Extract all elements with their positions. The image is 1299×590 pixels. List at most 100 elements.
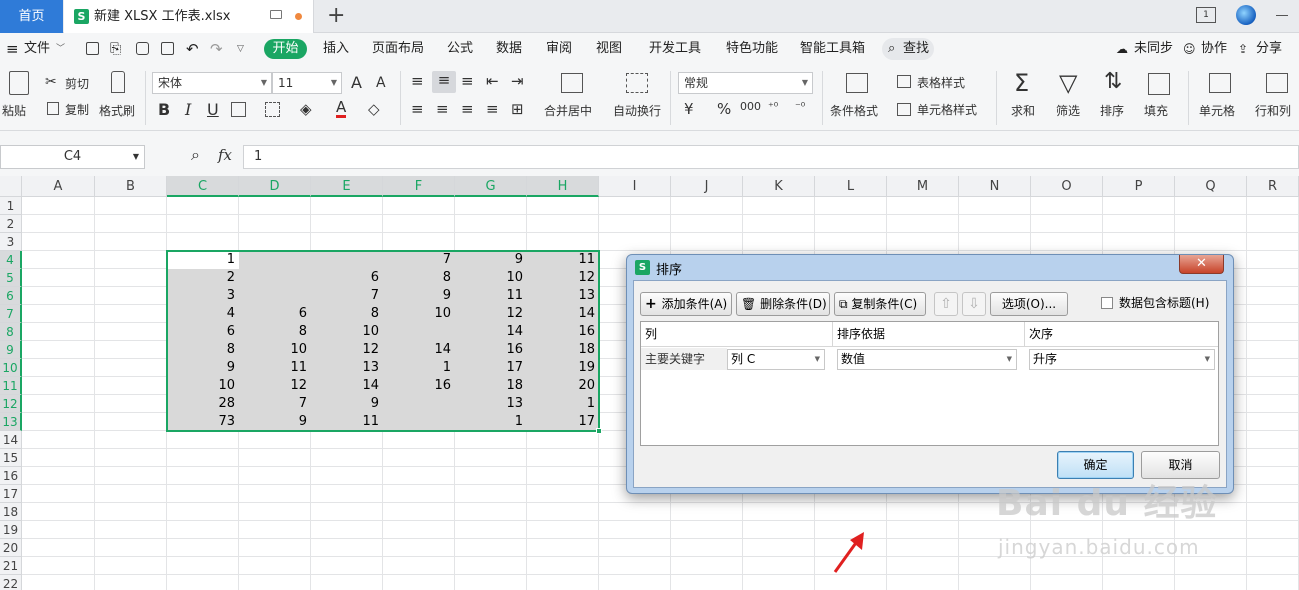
sort-column-select[interactable]: 列 C ▼ xyxy=(727,349,825,370)
column-header-p[interactable]: P xyxy=(1103,176,1175,197)
user-avatar[interactable] xyxy=(1236,5,1256,25)
row-header-19[interactable]: 19 xyxy=(0,521,22,539)
font-name-select[interactable]: 宋体 ▼ xyxy=(152,72,272,94)
paste-icon[interactable] xyxy=(9,71,29,95)
menu-file[interactable]: 文件 xyxy=(24,33,50,65)
bold-button[interactable]: B xyxy=(158,100,170,119)
align-right-icon[interactable]: ≡ xyxy=(461,100,474,118)
row-header-13[interactable]: 13 xyxy=(0,413,22,431)
column-header-q[interactable]: Q xyxy=(1175,176,1247,197)
column-header-r[interactable]: R xyxy=(1247,176,1299,197)
menu-page-layout[interactable]: 页面布局 xyxy=(372,33,424,65)
menu-view[interactable]: 视图 xyxy=(596,33,622,65)
move-down-button[interactable]: ⇩ xyxy=(962,292,986,316)
copy-button[interactable]: 复制 xyxy=(65,101,89,118)
decrease-indent-icon[interactable]: ⇤ xyxy=(486,72,499,90)
cell-style-button[interactable]: 单元格样式 xyxy=(917,101,977,118)
dialog-close-button[interactable]: ✕ xyxy=(1179,255,1224,274)
collaborate-button[interactable]: 协作 xyxy=(1201,33,1227,65)
tab-home[interactable]: 首页 xyxy=(0,0,63,33)
row-header-3[interactable]: 3 xyxy=(0,233,22,251)
paste-button[interactable]: 粘贴 xyxy=(2,102,26,119)
font-color-button[interactable]: A xyxy=(336,99,347,118)
has-header-checkbox[interactable] xyxy=(1101,297,1113,309)
align-middle-icon[interactable]: ≡ xyxy=(432,71,456,93)
column-header-j[interactable]: J xyxy=(671,176,743,197)
row-header-9[interactable]: 9 xyxy=(0,341,22,359)
fill-button[interactable]: 填充 xyxy=(1144,102,1168,119)
menu-features[interactable]: 特色功能 xyxy=(726,33,778,65)
copy-condition-button[interactable]: ⧉ 复制条件(C) xyxy=(834,292,926,316)
more-icon[interactable]: ▽ xyxy=(237,33,244,65)
row-header-11[interactable]: 11 xyxy=(0,377,22,395)
select-all-corner[interactable] xyxy=(0,176,22,197)
formula-input[interactable]: 1 xyxy=(243,145,1299,169)
row-header-15[interactable]: 15 xyxy=(0,449,22,467)
row-header-10[interactable]: 10 xyxy=(0,359,22,377)
increase-indent-icon[interactable]: ⇥ xyxy=(511,72,524,90)
font-size-select[interactable]: 11 ▼ xyxy=(272,72,342,94)
table-style-button[interactable]: 表格样式 xyxy=(917,74,965,91)
distributed-icon[interactable]: ⊞ xyxy=(511,100,524,118)
column-header-f[interactable]: F xyxy=(383,176,455,197)
new-tab-button[interactable]: + xyxy=(327,3,345,29)
row-header-1[interactable]: 1 xyxy=(0,197,22,215)
align-bottom-icon[interactable]: ≡ xyxy=(461,72,474,90)
currency-button[interactable]: ¥ xyxy=(684,100,694,118)
rows-cols-button[interactable]: 行和列 xyxy=(1255,102,1291,119)
clear-format-icon[interactable]: ◇ xyxy=(368,100,380,118)
save-icon[interactable] xyxy=(86,42,99,55)
cut-button[interactable]: 剪切 xyxy=(65,75,89,92)
column-header-k[interactable]: K xyxy=(743,176,815,197)
column-header-c[interactable]: C xyxy=(167,176,239,197)
menu-insert[interactable]: 插入 xyxy=(323,33,349,65)
name-box[interactable]: C4 ▼ xyxy=(0,145,145,169)
share-button[interactable]: 分享 xyxy=(1256,33,1282,65)
underline-button[interactable]: U xyxy=(207,100,219,119)
menu-data[interactable]: 数据 xyxy=(496,33,522,65)
format-painter-button[interactable]: 格式刷 xyxy=(99,102,135,119)
filter-button[interactable]: 筛选 xyxy=(1056,102,1080,119)
print-icon[interactable] xyxy=(136,42,149,55)
font-shrink-button[interactable]: A xyxy=(376,75,386,91)
zoom-search-icon[interactable]: ⌕ xyxy=(191,145,200,165)
cell-border-style-icon[interactable] xyxy=(265,102,280,117)
tab-document[interactable]: S 新建 XLSX 工作表.xlsx xyxy=(64,0,314,33)
menu-review[interactable]: 审阅 xyxy=(546,33,572,65)
row-header-14[interactable]: 14 xyxy=(0,431,22,449)
column-header-h[interactable]: H xyxy=(527,176,599,197)
fill-handle[interactable] xyxy=(596,428,602,434)
move-up-button[interactable]: ⇧ xyxy=(934,292,958,316)
column-header-m[interactable]: M xyxy=(887,176,959,197)
percent-button[interactable]: % xyxy=(717,100,731,118)
row-header-16[interactable]: 16 xyxy=(0,467,22,485)
row-header-22[interactable]: 22 xyxy=(0,575,22,590)
thousands-separator-button[interactable]: 000 xyxy=(740,100,761,113)
menu-formula[interactable]: 公式 xyxy=(447,33,473,65)
print-preview-icon[interactable] xyxy=(161,42,174,55)
row-header-7[interactable]: 7 xyxy=(0,305,22,323)
export-icon[interactable]: ⎘ xyxy=(110,33,121,65)
fill-color-icon[interactable]: ◈ xyxy=(300,100,312,118)
column-header-e[interactable]: E xyxy=(311,176,383,197)
sort-basis-select[interactable]: 数值 ▼ xyxy=(837,349,1017,370)
column-header-i[interactable]: I xyxy=(599,176,671,197)
delete-condition-button[interactable]: 🗑 删除条件(D) xyxy=(736,292,830,316)
add-condition-button[interactable]: + 添加条件(A) xyxy=(640,292,732,316)
sum-button[interactable]: 求和 xyxy=(1011,102,1035,119)
menu-start[interactable]: 开始 xyxy=(264,39,307,59)
align-top-icon[interactable]: ≡ xyxy=(411,72,424,90)
borders-icon[interactable] xyxy=(231,102,246,117)
row-header-21[interactable]: 21 xyxy=(0,557,22,575)
sort-order-select[interactable]: 升序 ▼ xyxy=(1029,349,1215,370)
column-header-o[interactable]: O xyxy=(1031,176,1103,197)
hamburger-icon[interactable]: ≡ xyxy=(6,33,19,65)
row-header-18[interactable]: 18 xyxy=(0,503,22,521)
search-label[interactable]: 查找 xyxy=(903,33,929,65)
justify-icon[interactable]: ≡ xyxy=(486,100,499,118)
function-button[interactable]: fx xyxy=(218,146,232,164)
align-left-icon[interactable]: ≡ xyxy=(411,100,424,118)
row-header-6[interactable]: 6 xyxy=(0,287,22,305)
minimize-icon[interactable] xyxy=(1276,15,1288,16)
menu-smart-toolbox[interactable]: 智能工具箱 xyxy=(800,33,865,65)
